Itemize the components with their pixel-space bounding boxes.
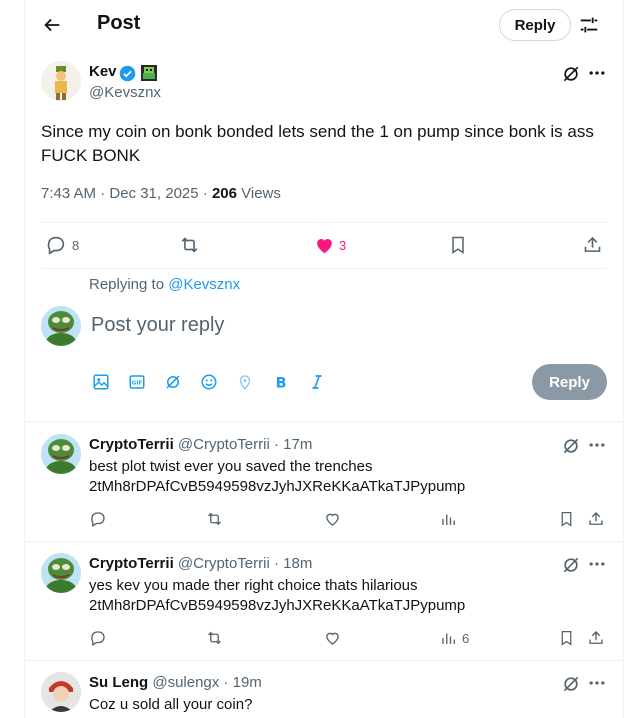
more-options-icon[interactable]: [587, 63, 607, 83]
bold-icon[interactable]: B: [272, 373, 290, 391]
reply-header: Su Leng @sulengx · 19m: [89, 674, 262, 692]
author-name[interactable]: Kev: [89, 63, 117, 80]
like-count: 3: [339, 238, 347, 253]
reply-author-name[interactable]: Su Leng: [89, 674, 148, 691]
tweet-timestamp[interactable]: 7:43 AM · Dec 31, 2025 ·: [41, 185, 212, 202]
views-icon[interactable]: [440, 629, 458, 647]
grok-icon[interactable]: [561, 436, 581, 456]
share-icon[interactable]: [582, 234, 603, 256]
views-icon[interactable]: [440, 510, 458, 528]
reply-author-name[interactable]: CryptoTerrii: [89, 436, 174, 453]
replying-to-prefix: Replying to: [89, 276, 169, 293]
svg-text:B: B: [276, 375, 287, 391]
reply-icon[interactable]: [89, 629, 107, 647]
divider: [41, 268, 607, 269]
repost-icon[interactable]: [205, 510, 224, 528]
reply-author-name[interactable]: CryptoTerrii: [89, 555, 174, 572]
reply-handle-time[interactable]: @sulengx · 19m: [148, 674, 261, 691]
author-avatar[interactable]: [41, 61, 81, 101]
grok-icon[interactable]: [561, 64, 581, 84]
like-heart-icon[interactable]: [313, 234, 336, 256]
italic-icon[interactable]: [308, 373, 326, 391]
reply-count: 8: [72, 238, 80, 253]
bookmark-icon[interactable]: [558, 629, 575, 647]
location-icon[interactable]: [236, 373, 254, 391]
grok-icon[interactable]: [561, 555, 581, 575]
divider: [41, 222, 607, 223]
repost-icon[interactable]: [178, 234, 201, 256]
more-options-icon[interactable]: [587, 435, 607, 455]
reply-text: yes kev you made ther right choice thats…: [89, 577, 466, 614]
author-handle[interactable]: @Kevsznx: [89, 84, 161, 101]
svg-text:GIF: GIF: [132, 381, 143, 387]
tweet-meta: 7:43 AM · Dec 31, 2025 · 206 Views: [41, 185, 281, 202]
back-arrow-icon[interactable]: [41, 14, 63, 36]
tweet-text: Since my coin on bonk bonded lets send t…: [41, 122, 594, 165]
divider: [24, 421, 624, 422]
reply-input[interactable]: Post your reply: [91, 314, 224, 337]
like-icon[interactable]: [323, 629, 342, 647]
reply-icon[interactable]: [89, 510, 107, 528]
reply-handle-time[interactable]: @CryptoTerrii · 18m: [174, 555, 312, 572]
reply-header: CryptoTerrii @CryptoTerrii · 18m: [89, 555, 312, 573]
views-label: Views: [236, 185, 281, 202]
emoji-icon[interactable]: [200, 373, 218, 391]
share-icon[interactable]: [587, 510, 605, 528]
reply-submit-button[interactable]: Reply: [532, 364, 607, 400]
reply-text: best plot twist ever you saved the trenc…: [89, 458, 466, 495]
page-title: Post: [97, 12, 141, 34]
reply-avatar[interactable]: [41, 672, 81, 712]
gif-icon[interactable]: GIF: [128, 373, 146, 391]
more-options-icon[interactable]: [587, 673, 607, 693]
replying-to-handle[interactable]: @Kevsznx: [168, 276, 240, 293]
share-icon[interactable]: [587, 629, 605, 647]
filter-adjust-icon[interactable]: [578, 14, 600, 36]
bookmark-icon[interactable]: [558, 510, 575, 528]
replying-to: Replying to @Kevsznx: [89, 276, 240, 293]
current-user-avatar[interactable]: [41, 306, 81, 346]
header-reply-button[interactable]: Reply: [499, 9, 571, 41]
reply-avatar[interactable]: [41, 553, 81, 593]
reply-header: CryptoTerrii @CryptoTerrii · 17m: [89, 436, 312, 454]
grok-compose-icon[interactable]: [164, 373, 182, 391]
media-image-icon[interactable]: [92, 373, 110, 391]
grok-icon[interactable]: [561, 674, 581, 694]
reply-icon[interactable]: [45, 234, 67, 256]
affiliate-badge-icon: [141, 65, 157, 81]
verified-badge-icon: [119, 65, 136, 82]
divider: [24, 660, 624, 661]
views-count: 206: [211, 185, 237, 202]
reply-avatar[interactable]: [41, 434, 81, 474]
repost-icon[interactable]: [205, 629, 224, 647]
views-count: 6: [462, 631, 470, 646]
more-options-icon[interactable]: [587, 554, 607, 574]
reply-handle-time[interactable]: @CryptoTerrii · 17m: [174, 436, 312, 453]
like-icon[interactable]: [323, 510, 342, 528]
divider: [24, 541, 624, 542]
bookmark-icon[interactable]: [448, 234, 468, 256]
reply-text: Coz u sold all your coin?: [89, 696, 253, 713]
